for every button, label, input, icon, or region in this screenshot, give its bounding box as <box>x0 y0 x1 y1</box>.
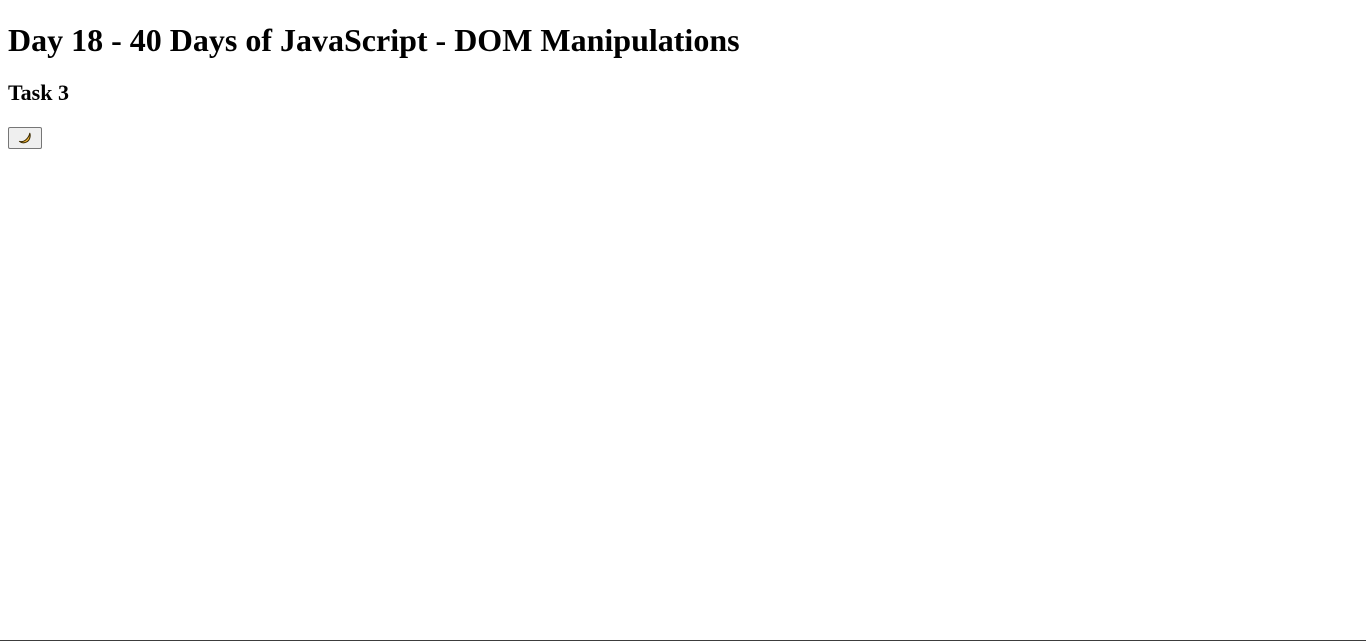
theme-toggle-button[interactable] <box>8 127 42 149</box>
page-title: Day 18 - 40 Days of JavaScript - DOM Man… <box>8 22 740 58</box>
crescent-moon-icon <box>18 132 31 144</box>
task-heading: Task 3 <box>8 80 69 105</box>
